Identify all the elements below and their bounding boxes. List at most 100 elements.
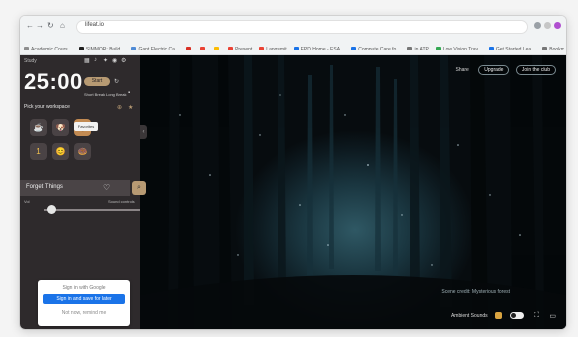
workspace-tile[interactable]: 1 — [30, 143, 47, 160]
upgrade-button[interactable]: Upgrade — [478, 64, 510, 75]
workspace-title: Pick your workspace — [24, 104, 70, 110]
bookmark-favicon-icon — [228, 47, 234, 50]
forest-trees — [140, 55, 566, 329]
reload-icon[interactable]: ↻ — [47, 21, 54, 31]
address-text: lifeat.io — [85, 22, 105, 28]
bookmark-favicon-icon — [488, 47, 494, 50]
music-icon[interactable]: ♪ — [94, 57, 97, 63]
mode-settings-icon[interactable]: ▪ — [128, 90, 130, 96]
bookmark-item[interactable]: Langsmit — [259, 44, 287, 50]
bookmark-item[interactable]: Academic Cours... — [24, 44, 72, 50]
bookmark-favicon-icon — [200, 47, 206, 50]
bookmark-label: Present — [235, 47, 253, 50]
side-panel: Study ▦ ♪ ✦ ◉ ⚙ 25:00 Start ↻ Short Brea… — [20, 55, 140, 329]
extension-icon[interactable] — [544, 22, 551, 29]
bookmark-favicon-icon — [186, 47, 192, 50]
bookmark-item[interactable] — [200, 44, 207, 50]
number-one-icon: 1 — [36, 147, 41, 156]
profile-avatar-icon[interactable] — [554, 22, 561, 29]
search-icon: ⌕ — [137, 184, 141, 191]
short-break-mode[interactable]: Short Break — [84, 92, 105, 97]
timer-display: 25:00 — [24, 69, 83, 94]
scene-search-button[interactable]: ⌕ — [132, 181, 146, 195]
bookmark-favicon-icon — [24, 47, 29, 50]
bookmark-label: SIMMOR: Build... — [85, 47, 125, 50]
bookmark-label: Low Vision Trav... — [442, 47, 482, 50]
smiley-icon: 😊 — [55, 147, 66, 156]
ambient-toggle[interactable] — [509, 312, 524, 320]
favorite-icon[interactable]: ★ — [128, 104, 133, 111]
bookmark-item[interactable]: Compute Care fo... — [351, 44, 400, 50]
bookmark-favicon-icon — [259, 47, 265, 50]
heart-icon[interactable]: ♡ — [103, 183, 110, 192]
instagram-icon[interactable]: ◉ — [112, 57, 117, 64]
grid-icon[interactable]: ▦ — [84, 57, 90, 64]
bookmarks-bar: Academic Cours... SIMMOR: Build... Gant El… — [24, 38, 564, 50]
scene-bar[interactable]: Forget Things ♡ — [20, 180, 130, 196]
workspace-tile[interactable]: 🐶 — [52, 119, 69, 136]
signin-dismiss-link[interactable]: Not now, remind me — [38, 310, 130, 316]
signin-button[interactable]: Sign in and save for later — [43, 294, 125, 304]
join-button[interactable]: Join the club — [515, 64, 556, 75]
long-break-mode[interactable]: Long Break — [106, 92, 126, 97]
bottom-bar: Ambient Sounds ⛶ ▭ — [451, 307, 556, 321]
reset-icon[interactable]: ↻ — [114, 78, 119, 85]
scene-caption: Scene credit: Mysterious forest — [441, 289, 510, 295]
more-icon[interactable]: ▭ — [549, 312, 556, 320]
back-icon[interactable]: ← — [26, 21, 34, 31]
google-signin-card: Sign in with Google Sign in and save for… — [38, 280, 130, 326]
start-button[interactable]: Start — [84, 77, 110, 86]
bookmark-item[interactable]: Gant Electric Ca... — [131, 44, 179, 50]
address-bar[interactable]: lifeat.io — [76, 20, 528, 34]
bookmark-item[interactable]: in ATP — [407, 44, 429, 50]
slider-label-right: Sound controls — [108, 199, 135, 204]
bookmark-label: in ATP — [414, 47, 429, 50]
add-icon[interactable]: ⊕ — [117, 104, 122, 111]
forest-background: Share Upgrade Join the club Scene credit… — [140, 55, 566, 329]
bookmark-label: Langsmit — [266, 47, 287, 50]
bookmark-label: Bookmark — [549, 47, 564, 50]
workspace-tile[interactable]: ☕ — [30, 119, 47, 136]
twitter-icon[interactable]: ✦ — [103, 57, 108, 64]
address-row: ← → ↻ ⌂ lifeat.io — [20, 19, 566, 35]
ambient-sounds-label: Ambient Sounds — [450, 312, 488, 319]
volume-slider-knob[interactable] — [46, 205, 56, 214]
bookmark-item[interactable] — [214, 44, 221, 50]
sound-icon[interactable] — [495, 312, 503, 320]
bookmark-favicon-icon — [407, 47, 413, 50]
forward-icon[interactable]: → — [36, 21, 44, 31]
bookmark-item[interactable]: Low Vision Trav... — [435, 44, 482, 50]
home-icon[interactable]: ⌂ — [60, 21, 65, 31]
workspace-tile[interactable]: 😊 — [52, 143, 69, 160]
top-right-controls: Share Upgrade Join the club — [455, 61, 556, 79]
donut-icon: 🍩 — [77, 147, 88, 156]
bookmark-label: Gant Electric Ca... — [138, 47, 180, 50]
bookmark-item[interactable]: Get Started Lea... — [488, 44, 536, 50]
collapse-panel-button[interactable]: ‹ — [140, 125, 147, 139]
bookmark-favicon-icon — [542, 47, 548, 50]
bookmark-favicon-icon — [78, 47, 84, 50]
bookmark-item[interactable] — [186, 44, 193, 50]
slider-label-left: Vol — [24, 199, 30, 204]
share-label[interactable]: Share — [455, 67, 468, 73]
settings-icon[interactable]: ⚙ — [121, 57, 126, 64]
bookmark-item[interactable]: SIMMOR: Build... — [78, 44, 125, 50]
bookmark-label: EPD Home - ESA... — [300, 47, 345, 50]
dog-icon: 🐶 — [55, 123, 66, 132]
volume-slider-track[interactable] — [44, 209, 140, 211]
page-content: Share Upgrade Join the club Scene credit… — [20, 55, 566, 329]
bookmark-label: Academic Cours... — [31, 47, 72, 50]
bookmark-label: Get Started Lea... — [495, 47, 536, 50]
tooltip: Favorites — [74, 122, 98, 131]
browser-chrome: ← → ↻ ⌂ lifeat.io Academic Cours... SIMMO… — [20, 16, 566, 55]
workspace-tile[interactable]: 🍩 — [74, 143, 91, 160]
bookmark-item[interactable]: Bookmark — [542, 44, 564, 50]
extension-icon[interactable] — [534, 22, 541, 29]
scene-name: Forget Things — [26, 184, 63, 190]
fullscreen-icon[interactable]: ⛶ — [534, 312, 539, 320]
bookmark-favicon-icon — [351, 47, 357, 50]
screenshot-frame: ← → ↻ ⌂ lifeat.io Academic Cours... SIMMO… — [20, 16, 566, 329]
bookmark-item[interactable]: EPD Home - ESA... — [293, 44, 345, 50]
bookmark-item[interactable]: Present — [228, 44, 252, 50]
bookmark-label: Compute Care fo... — [358, 47, 401, 50]
